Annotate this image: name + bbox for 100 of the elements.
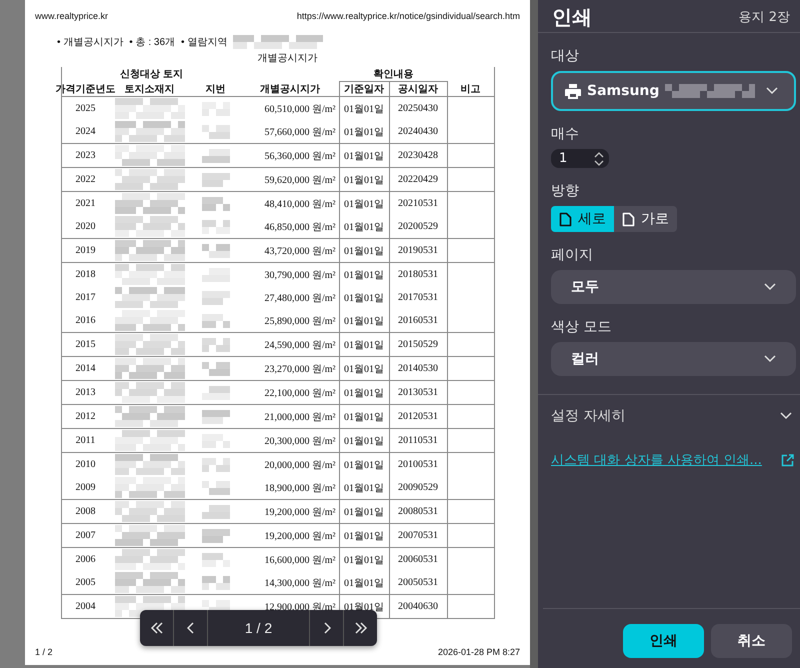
- table-cell-text: 14,300,000 원/m²: [264, 576, 336, 590]
- table-cell: 2019: [76, 245, 96, 256]
- table-cell: 20050531: [398, 577, 438, 588]
- table-cell-text: 01월01일: [344, 362, 384, 376]
- table-cell: 2021: [76, 198, 96, 209]
- table-cell-text: 27,480,000 원/m²: [264, 292, 336, 304]
- blurred-text: [114, 264, 184, 286]
- column-header: 지번: [206, 82, 226, 96]
- table-cell-text: 01월01일: [344, 292, 384, 304]
- table-cell: 2022: [76, 174, 96, 185]
- table-cell-text: 01월01일: [344, 126, 384, 138]
- blurred-text: [114, 476, 184, 498]
- chevron-down-icon: [764, 283, 776, 291]
- blurred-text: [114, 430, 184, 452]
- table-cell-text: 57,660,000 원/m²: [264, 126, 336, 138]
- table-cell: 20090529: [398, 482, 438, 493]
- table-cell-text: 01월01일: [344, 482, 384, 494]
- table-cell: 2009: [76, 482, 96, 493]
- blurred-text: [114, 500, 184, 522]
- blurred-text: [202, 124, 230, 138]
- table-cell-text: 01월01일: [344, 220, 384, 234]
- cancel-button[interactable]: 취소: [711, 624, 792, 658]
- table-cell: 20120531: [398, 411, 438, 422]
- table-cell: 2011: [76, 435, 96, 446]
- system-dialog-link[interactable]: 시스템 대화 상자를 사용하여 인쇄...: [551, 451, 762, 469]
- table-cell-text: 60,510,000 원/m²: [264, 102, 336, 116]
- table-cell: 20140530: [398, 363, 438, 374]
- table-cell: 2013: [76, 387, 96, 398]
- table-cell: 20040630: [398, 601, 438, 612]
- table-cell-text: 43,720,000 원/m²: [264, 244, 336, 258]
- column-header: 개별공시지가: [260, 82, 320, 96]
- summary-item: • 총 : 36개: [129, 36, 176, 49]
- summary-item: • 열람지역: [181, 36, 228, 49]
- table-cell: 2020: [76, 221, 96, 232]
- double-chevron-right-icon: [354, 622, 368, 634]
- orientation-option[interactable]: 가로: [614, 206, 677, 232]
- table-cell-text: 48,410,000 원/m²: [264, 198, 336, 210]
- table-cell-text: 24,590,000 원/m²: [264, 338, 336, 352]
- orientation-option[interactable]: 세로: [551, 206, 614, 232]
- dialog-title: 인쇄: [552, 4, 592, 30]
- table-cell: 20060531: [398, 554, 438, 565]
- table-cell-text: 46,850,000 원/m²: [264, 220, 336, 234]
- table-cell: 2017: [76, 292, 96, 303]
- pages-dropdown[interactable]: 모두: [551, 270, 796, 304]
- table-cell-text: 20,300,000 원/m²: [264, 434, 336, 448]
- page-icon: [559, 212, 572, 226]
- external-link-icon[interactable]: [781, 454, 794, 466]
- blurred-text: [114, 548, 184, 570]
- table-cell-text: 01월01일: [344, 102, 384, 116]
- blurred-text: [114, 144, 184, 166]
- field-label: 페이지: [551, 246, 594, 264]
- table-cell-text: 21,000,000 원/m²: [264, 410, 336, 424]
- table-cell-text: 01월01일: [344, 434, 384, 448]
- table-cell: 20070531: [398, 530, 438, 541]
- table-cell-text: 01월01일: [344, 244, 384, 258]
- blurred-text: [202, 504, 230, 518]
- column-header: 기준일자: [344, 83, 384, 96]
- copies-spinner[interactable]: 1: [551, 149, 609, 168]
- table-cell-text: 01월01일: [344, 268, 384, 282]
- page-indicator: 1 / 2: [244, 619, 274, 638]
- page-header-site: www.realtyprice.kr: [35, 11, 108, 21]
- table-cell-text: 01월01일: [344, 150, 384, 162]
- table-cell-text: 01월01일: [344, 338, 384, 352]
- print-button[interactable]: 인쇄: [623, 624, 704, 658]
- column-header: 가격기준년도: [56, 82, 116, 96]
- column-header: 비고: [460, 82, 480, 96]
- table-cell: 20200529: [398, 221, 438, 232]
- table-cell-text: 01월01일: [344, 506, 384, 518]
- table-cell: 20160531: [398, 315, 438, 326]
- blurred-text: [202, 410, 230, 424]
- page-footer-date: 2026-01-28 PM 8:27: [438, 647, 520, 657]
- color-mode-dropdown[interactable]: 컬러: [551, 342, 796, 376]
- blurred-text: [202, 148, 230, 162]
- blurred-text: [114, 382, 184, 404]
- column-group-header: 확인내용: [372, 68, 414, 81]
- blurred-text: [202, 552, 230, 566]
- table-cell: 20190531: [398, 245, 438, 256]
- sheet-count: 용지 2장: [738, 9, 790, 26]
- double-chevron-left-icon: [150, 622, 164, 634]
- blurred-text: [202, 576, 230, 590]
- table-cell-text: 01월01일: [344, 554, 384, 566]
- table-cell: 2010: [76, 459, 96, 470]
- table-title: 개별공시지가: [256, 52, 318, 65]
- table-cell: 2018: [76, 269, 96, 280]
- column-header: 공시일자: [398, 83, 438, 96]
- table-cell: 20220429: [398, 174, 438, 185]
- destination-dropdown[interactable]: Samsung: [551, 71, 796, 111]
- table-cell: 20130531: [398, 387, 438, 398]
- table-cell: 2004: [76, 601, 96, 612]
- blurred-text: [202, 290, 230, 304]
- blurred-text: [114, 168, 184, 190]
- table-cell: 2008: [76, 506, 96, 517]
- blurred-text: [114, 524, 184, 546]
- table-cell-text: 16,600,000 원/m²: [264, 554, 336, 566]
- table-cell-text: 25,890,000 원/m²: [264, 314, 336, 328]
- blurred-text: [202, 172, 230, 186]
- table-cell: 2025: [76, 103, 96, 114]
- blurred-text: [114, 98, 184, 120]
- table-cell: 20100531: [398, 459, 438, 470]
- more-settings-toggle[interactable]: 설정 자세히: [538, 395, 800, 425]
